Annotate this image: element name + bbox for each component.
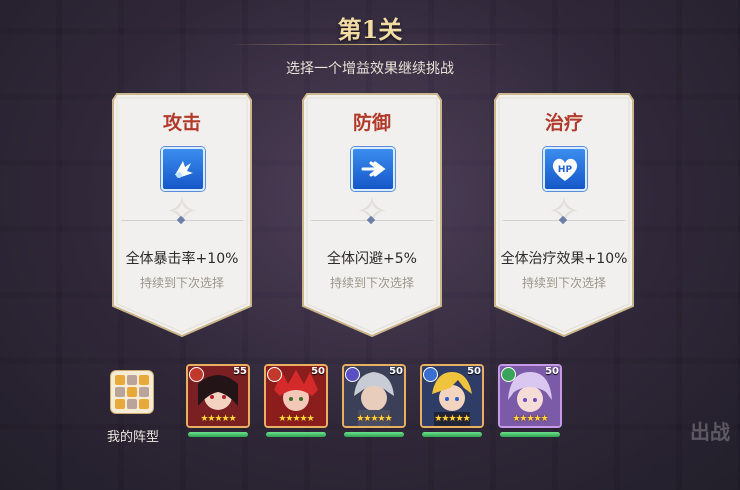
hero-stars: ★★★★★ bbox=[278, 414, 314, 424]
hero-level: 50 bbox=[545, 366, 559, 377]
hero-hp-fill bbox=[422, 432, 482, 437]
card-duration-note: 持续到下次选择 bbox=[139, 276, 224, 290]
hero-slot-3[interactable]: 50 ★★★★★ bbox=[342, 364, 406, 440]
card-ornament: ✧ bbox=[547, 189, 581, 235]
card-ornament: ✧ bbox=[165, 189, 199, 235]
card-effect: 全体闪避+5% bbox=[327, 251, 417, 267]
hero-level: 50 bbox=[389, 366, 403, 377]
hp-heart-icon: HP bbox=[543, 147, 587, 191]
hero-hp-fill bbox=[188, 432, 248, 437]
faction-badge-icon bbox=[267, 367, 282, 382]
stage-subtitle: 选择一个增益效果继续挑战 bbox=[286, 61, 454, 77]
hero-level: 50 bbox=[311, 366, 325, 377]
title-divider bbox=[230, 44, 510, 45]
card-title: 防御 bbox=[352, 112, 391, 134]
svg-text:HP: HP bbox=[558, 165, 573, 175]
hero-slot-4[interactable]: 50 ★★★★★ bbox=[420, 364, 484, 440]
faction-badge-icon bbox=[501, 367, 516, 382]
hero-slot-1[interactable]: 55 ★★★★★ bbox=[186, 364, 250, 440]
faction-badge-icon bbox=[345, 367, 360, 382]
hero-hp-fill bbox=[266, 432, 326, 437]
card-title: 攻击 bbox=[162, 112, 201, 134]
hero-hp-fill bbox=[344, 432, 404, 437]
card-ornament: ✧ bbox=[355, 189, 389, 235]
faction-badge-icon bbox=[423, 367, 438, 382]
hero-stars: ★★★★★ bbox=[356, 414, 392, 424]
hero-hp-bar bbox=[500, 432, 560, 437]
my-formation-button[interactable]: 我的阵型 bbox=[100, 370, 166, 450]
hero-level: 50 bbox=[467, 366, 481, 377]
hero-stars: ★★★★★ bbox=[200, 414, 236, 424]
card-title: 治疗 bbox=[544, 112, 583, 134]
buff-card-heal[interactable]: 治疗 HP ✧ 全体治疗效果+10% 持续到下次选择 bbox=[493, 92, 635, 338]
stage-title: 第1关 bbox=[337, 15, 403, 44]
hero-slot-5[interactable]: 50 ★★★★★ bbox=[498, 364, 562, 440]
card-effect: 全体治疗效果+10% bbox=[500, 251, 628, 267]
hero-hp-bar bbox=[344, 432, 404, 437]
buff-card-attack[interactable]: 攻击 ✧ 全体暴击率+10% 持续到下次选择 bbox=[111, 92, 253, 338]
hero-stars: ★★★★★ bbox=[512, 414, 548, 424]
hero-hp-bar bbox=[422, 432, 482, 437]
hero-slot-2[interactable]: 50 ★★★★★ bbox=[264, 364, 328, 440]
card-effect: 全体暴击率+10% bbox=[125, 251, 239, 267]
hero-stars: ★★★★★ bbox=[434, 414, 470, 424]
hero-hp-bar bbox=[266, 432, 326, 437]
hero-hp-bar bbox=[188, 432, 248, 437]
dodge-arrow-icon bbox=[351, 147, 395, 191]
hero-level: 55 bbox=[233, 366, 247, 377]
background-deploy-button: 出战 bbox=[690, 420, 730, 444]
card-duration-note: 持续到下次选择 bbox=[329, 276, 414, 290]
formation-label: 我的阵型 bbox=[106, 430, 159, 445]
crit-burst-icon bbox=[161, 147, 205, 191]
buff-card-defense[interactable]: 防御 ✧ 全体闪避+5% 持续到下次选择 bbox=[301, 92, 443, 338]
faction-badge-icon bbox=[189, 367, 204, 382]
hero-hp-fill bbox=[500, 432, 560, 437]
card-duration-note: 持续到下次选择 bbox=[521, 276, 606, 290]
formation-grid-icon bbox=[110, 370, 154, 414]
